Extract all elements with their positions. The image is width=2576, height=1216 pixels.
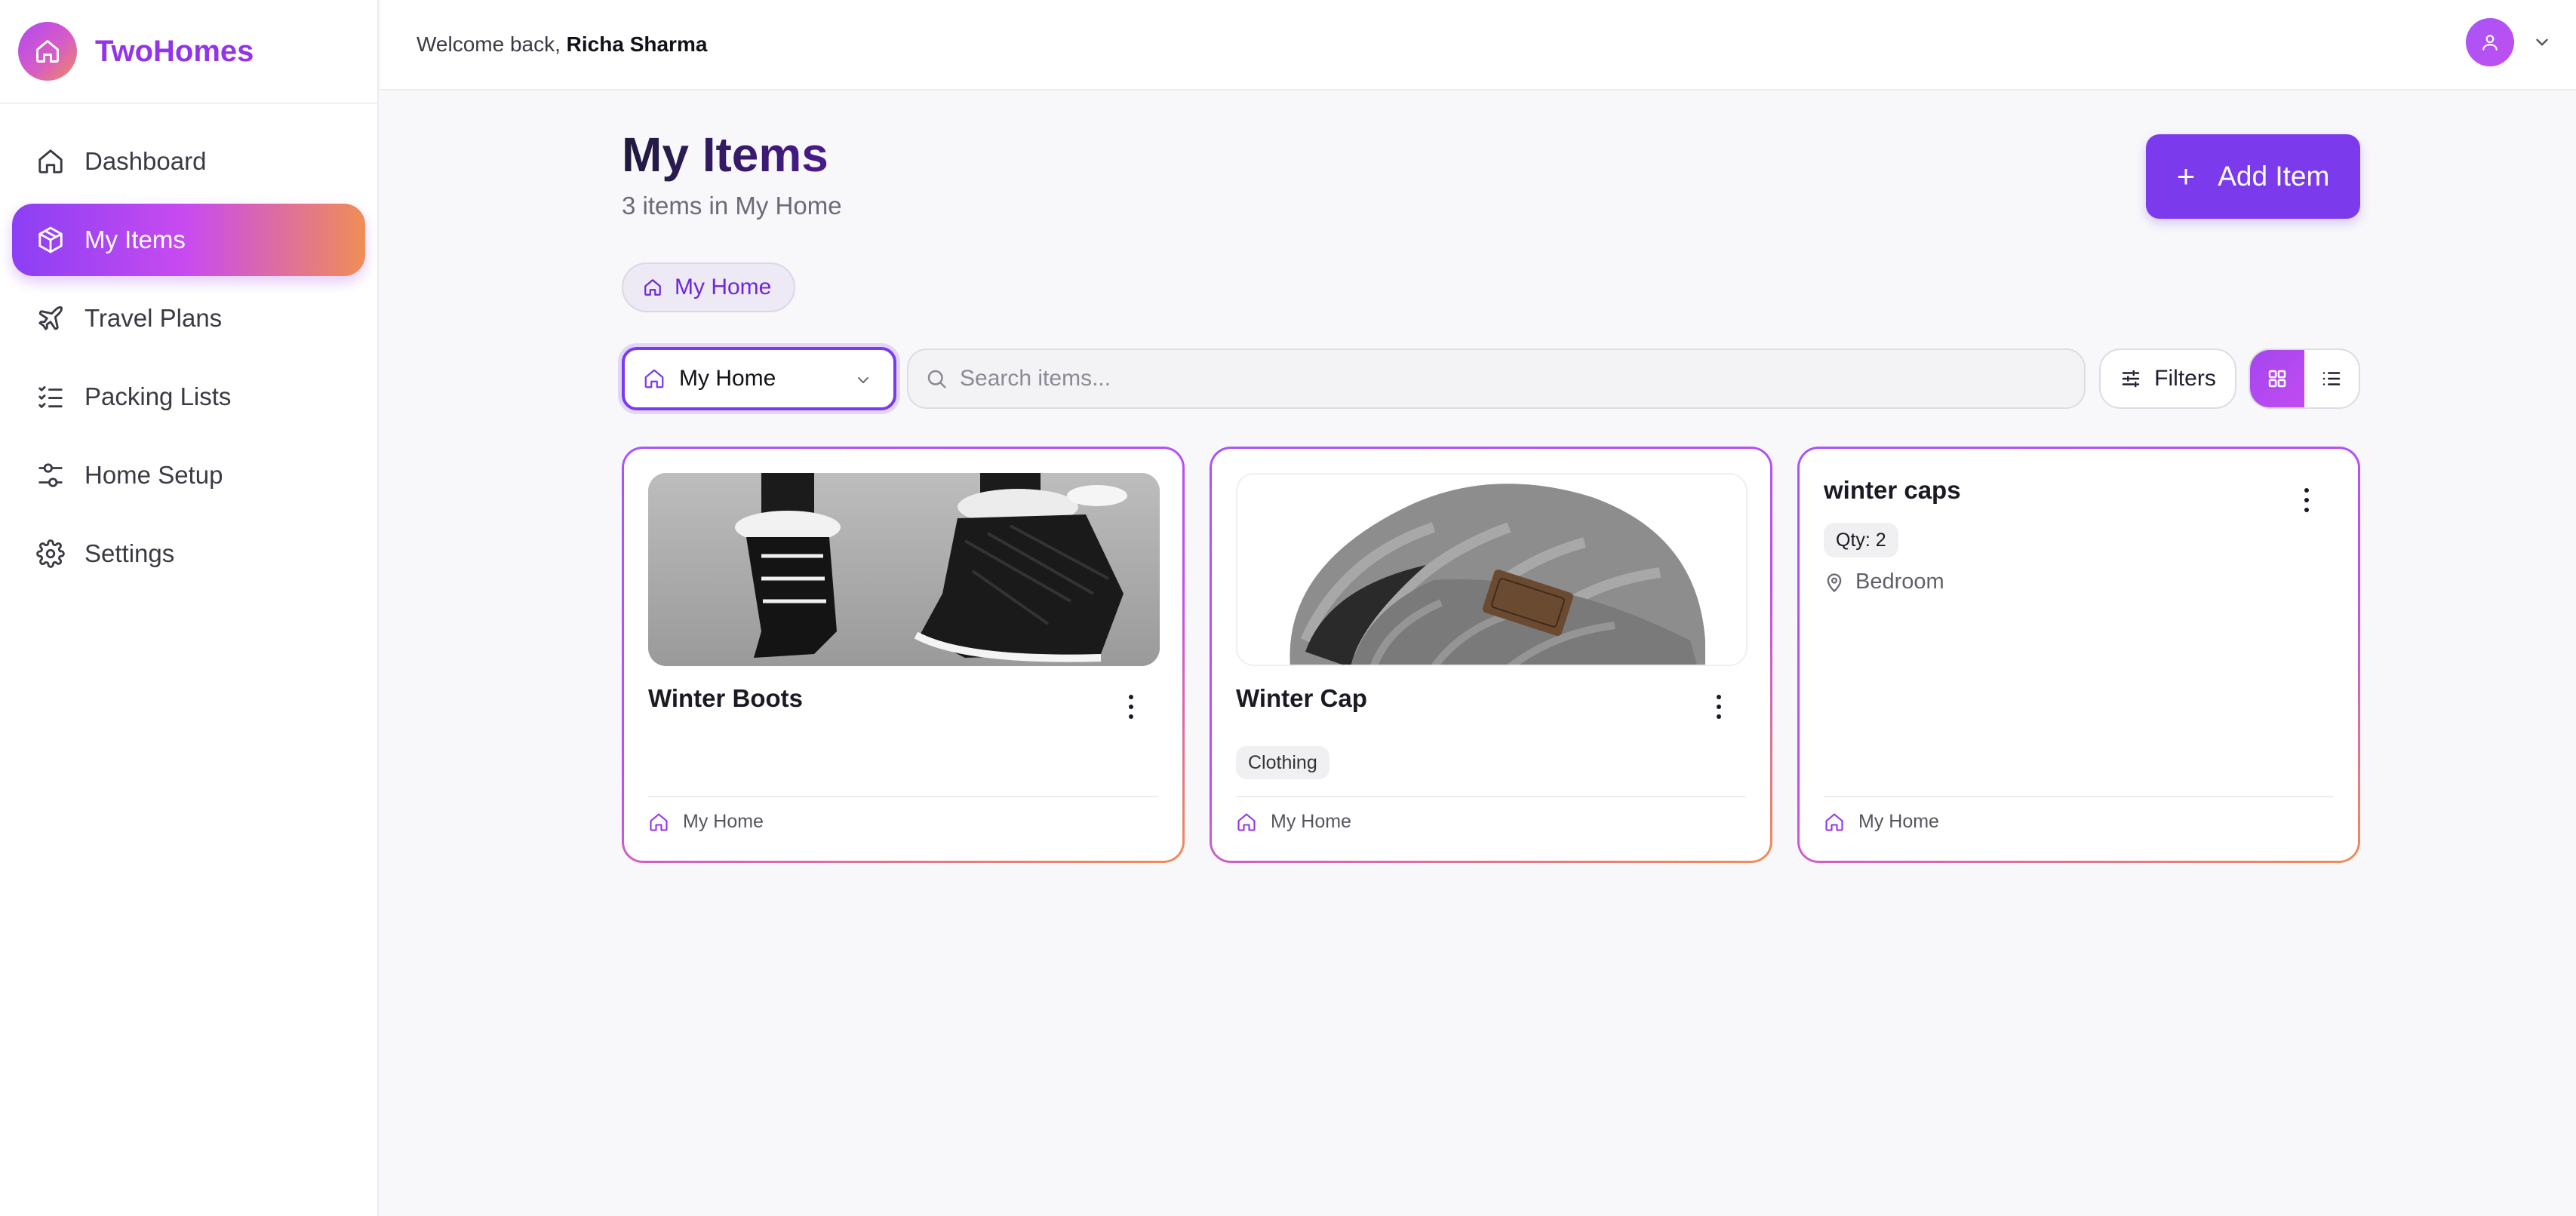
item-home-label: My Home bbox=[683, 811, 764, 832]
home-select[interactable]: My Home bbox=[622, 347, 896, 410]
item-home: My Home bbox=[1236, 811, 1351, 833]
home-icon bbox=[38, 149, 63, 173]
sidebar-item-packing-lists[interactable]: Packing Lists bbox=[12, 361, 365, 433]
brand[interactable]: TwoHomes bbox=[0, 0, 377, 104]
view-toggle bbox=[2249, 349, 2360, 409]
filters-button[interactable]: Filters bbox=[2099, 349, 2236, 409]
search-box[interactable] bbox=[907, 349, 2086, 409]
grid-view-button[interactable] bbox=[2250, 350, 2304, 407]
box-icon bbox=[38, 226, 63, 253]
item-location-label: Bedroom bbox=[1855, 570, 1944, 594]
item-card-winter-caps[interactable]: winter caps Qty: 2 Bedroom My Home bbox=[1797, 447, 2360, 863]
sidebar-item-home-setup[interactable]: Home Setup bbox=[12, 439, 365, 511]
sliders-icon bbox=[38, 463, 63, 487]
home-icon bbox=[650, 812, 668, 831]
divider bbox=[1236, 796, 1746, 797]
welcome-message: Welcome back, Richa Sharma bbox=[417, 32, 707, 57]
brand-name: TwoHomes bbox=[95, 34, 254, 68]
home-icon bbox=[644, 369, 664, 388]
home-icon bbox=[1825, 812, 1843, 831]
sidebar: TwoHomes Dashboard My Items Travel Plans… bbox=[0, 0, 379, 1216]
user-name: Richa Sharma bbox=[566, 32, 708, 56]
item-title: winter caps bbox=[1824, 476, 1961, 504]
sidebar-nav: Dashboard My Items Travel Plans Packing … bbox=[0, 104, 377, 590]
add-item-label: Add Item bbox=[2218, 161, 2330, 192]
item-card-winter-boots[interactable]: Winter Boots My Home bbox=[622, 447, 1185, 863]
item-location: Bedroom bbox=[1824, 570, 1944, 594]
sidebar-item-label: Travel Plans bbox=[85, 304, 223, 332]
plus-icon: + bbox=[2176, 158, 2196, 194]
item-home-label: My Home bbox=[1858, 811, 1939, 832]
sidebar-item-my-items[interactable]: My Items bbox=[12, 204, 365, 276]
sidebar-item-label: Packing Lists bbox=[85, 382, 232, 410]
gear-icon bbox=[36, 539, 65, 568]
sidebar-item-label: My Items bbox=[85, 226, 186, 253]
filter-sliders-icon bbox=[2122, 370, 2140, 388]
page-title: My Items bbox=[622, 127, 828, 182]
sidebar-item-label: Settings bbox=[85, 539, 175, 567]
winter-cap-photo bbox=[1236, 473, 1748, 666]
divider bbox=[648, 796, 1158, 797]
page-subtitle: 3 items in My Home bbox=[622, 192, 842, 220]
chevron-down-icon bbox=[858, 377, 868, 383]
list-view-button[interactable] bbox=[2304, 350, 2359, 407]
item-title: Winter Cap bbox=[1236, 684, 1367, 712]
home-chip-label: My Home bbox=[675, 275, 772, 299]
app-root: TwoHomes Dashboard My Items Travel Plans… bbox=[0, 0, 2576, 1216]
map-pin-icon bbox=[1827, 573, 1842, 592]
welcome-prefix: Welcome back, bbox=[417, 32, 561, 56]
avatar[interactable] bbox=[2466, 18, 2514, 66]
toolbar: My Home Filters bbox=[622, 347, 2360, 410]
item-card-winter-cap[interactable]: Winter Cap Clothing My Home bbox=[1210, 447, 1772, 863]
checklist-icon bbox=[38, 385, 63, 408]
quantity-badge: Qty: 2 bbox=[1824, 523, 1898, 557]
add-item-button[interactable]: + Add Item bbox=[2146, 134, 2360, 219]
user-menu[interactable] bbox=[2466, 18, 2552, 66]
filters-label: Filters bbox=[2154, 366, 2216, 391]
chevron-down-icon[interactable] bbox=[2532, 32, 2552, 52]
sidebar-item-dashboard[interactable]: Dashboard bbox=[12, 125, 365, 198]
user-icon bbox=[2482, 35, 2498, 51]
home-icon bbox=[18, 22, 77, 81]
item-title: Winter Boots bbox=[648, 684, 804, 712]
item-home: My Home bbox=[1824, 811, 1939, 833]
search-input[interactable] bbox=[960, 366, 2016, 392]
item-home: My Home bbox=[648, 811, 764, 833]
grid-icon bbox=[2268, 370, 2286, 388]
top-header: Welcome back, Richa Sharma bbox=[380, 0, 2576, 91]
sidebar-item-travel-plans[interactable]: Travel Plans bbox=[12, 282, 365, 355]
home-select-value: My Home bbox=[679, 366, 776, 391]
search-icon bbox=[927, 370, 946, 388]
more-options-icon[interactable] bbox=[1122, 692, 1140, 722]
more-options-icon[interactable] bbox=[1710, 692, 1728, 722]
home-icon bbox=[644, 279, 661, 296]
more-options-icon[interactable] bbox=[2298, 485, 2316, 515]
items-grid: Winter Boots My Home Winter Cap Clothing… bbox=[622, 447, 2360, 863]
divider bbox=[1824, 796, 2334, 797]
sidebar-item-label: Home Setup bbox=[85, 461, 223, 489]
sidebar-item-settings[interactable]: Settings bbox=[12, 517, 365, 590]
item-home-label: My Home bbox=[1271, 811, 1351, 832]
home-chip[interactable]: My Home bbox=[622, 263, 796, 312]
winter-boots-photo bbox=[648, 473, 1160, 666]
home-icon bbox=[1237, 812, 1256, 831]
list-icon bbox=[2322, 372, 2341, 385]
plane-icon bbox=[38, 306, 63, 330]
category-tag: Clothing bbox=[1236, 746, 1329, 779]
sidebar-item-label: Dashboard bbox=[85, 147, 207, 175]
